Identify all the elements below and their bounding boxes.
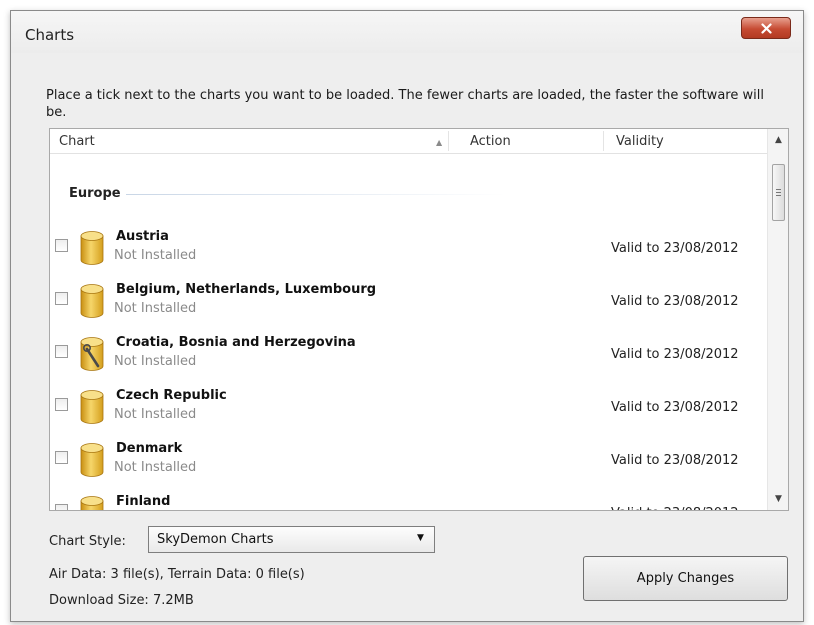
title-bar: Charts [11,11,803,53]
chart-status: Not Installed [114,407,197,422]
chart-validity: Valid to 23/08/2012 [611,241,739,256]
chart-status: Not Installed [114,248,197,263]
column-header-chart[interactable]: Chart [59,134,95,149]
download-size-info: Download Size: 7.2MB [49,593,194,608]
chart-style-value: SkyDemon Charts [157,532,274,547]
chart-name: Finland [116,494,171,509]
database-icon [80,231,104,265]
chart-validity: Valid to 23/08/2012 [611,347,739,362]
table-row[interactable]: Denmark Not Installed Valid to 23/08/2012 [50,437,766,489]
group-header-europe: Europe [69,186,121,201]
apply-changes-button[interactable]: Apply Changes [583,556,788,601]
close-icon [760,22,772,34]
window-title: Charts [25,26,75,44]
chart-name: Czech Republic [116,388,227,403]
table-row[interactable]: Czech Republic Not Installed Valid to 23/0… [50,384,766,436]
chart-validity: Valid to 23/08/2012 [611,294,739,309]
table-row[interactable]: Belgium, Netherlands, Luxembourg Not Inst… [50,278,766,330]
scroll-down-arrow-icon[interactable]: ▼ [768,490,788,508]
chart-validity: Valid to 23/08/2012 [611,506,739,510]
database-icon [80,284,104,318]
chart-name: Austria [116,229,169,244]
grip-line [776,192,781,193]
column-divider [603,131,604,151]
grip-line [776,189,781,190]
column-divider [448,131,449,151]
air-data-info: Air Data: 3 file(s), Terrain Data: 0 fil… [49,567,305,582]
scroll-up-arrow-icon[interactable]: ▲ [768,131,788,149]
table-row[interactable]: Austria Not Installed Valid to 23/08/2012 [50,225,766,277]
scrollbar-thumb[interactable] [772,164,785,221]
chart-name: Denmark [116,441,183,456]
charts-dialog: Charts Place a tick next to the charts y… [10,10,804,622]
chart-name: Belgium, Netherlands, Luxembourg [116,282,377,297]
chart-validity: Valid to 23/08/2012 [611,453,739,468]
chart-style-select[interactable]: SkyDemon Charts ▼ [148,526,435,553]
table-row[interactable]: Finland Valid to 23/08/2012 [50,490,766,510]
chart-checkbox[interactable] [55,239,68,252]
chart-name: Croatia, Bosnia and Herzegovina [116,335,356,350]
chart-checkbox[interactable] [55,345,68,358]
chart-style-label: Chart Style: [49,534,126,549]
chart-checkbox[interactable] [55,504,68,510]
chart-validity: Valid to 23/08/2012 [611,400,739,415]
grip-line [776,195,781,196]
database-icon [80,443,104,477]
chart-status: Not Installed [114,301,197,316]
chart-checkbox[interactable] [55,292,68,305]
column-header-validity[interactable]: Validity [616,134,664,149]
group-divider [126,194,506,195]
sort-ascending-icon: ▲ [436,138,443,147]
table-row[interactable]: Croatia, Bosnia and Herzegovina Not Insta… [50,331,766,383]
database-icon [80,390,104,424]
close-button[interactable] [741,17,791,39]
chart-status: Not Installed [114,354,197,369]
instructions-text: Place a tick next to the charts you want… [46,88,764,120]
vertical-scrollbar[interactable]: ▲ ▼ [767,129,788,510]
chart-status: Not Installed [114,460,197,475]
database-icon [80,496,104,510]
chart-checkbox[interactable] [55,451,68,464]
list-header: Chart ▲ Action Validity [50,129,788,154]
column-header-action[interactable]: Action [470,134,511,149]
chart-checkbox[interactable] [55,398,68,411]
charts-list[interactable]: Chart ▲ Action Validity Europe Austria No… [49,128,789,511]
database-tool-icon [80,337,104,371]
dropdown-arrow-icon: ▼ [417,533,424,543]
